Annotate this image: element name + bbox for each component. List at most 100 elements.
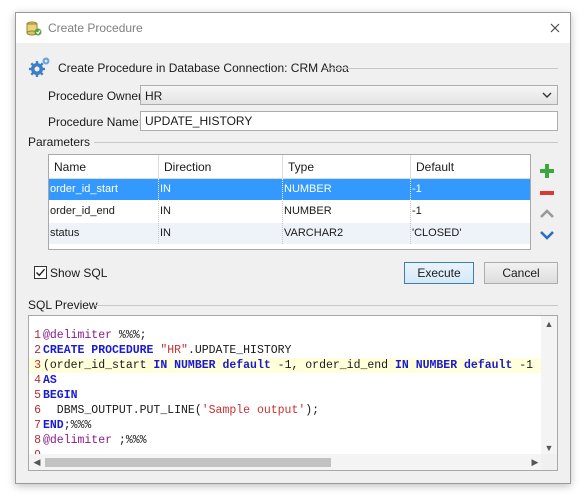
- code-token: default: [464, 359, 513, 372]
- code-text: BEGIN: [41, 389, 78, 402]
- code-token: AS: [43, 374, 57, 387]
- line-number: 6: [34, 404, 41, 417]
- code-token: IN NUMBER: [395, 359, 458, 372]
- code-text: AS: [41, 374, 57, 387]
- code-line[interactable]: 4 AS: [29, 373, 541, 388]
- code-line[interactable]: 1 @delimiter %%%;: [29, 328, 541, 343]
- procedure-name-field[interactable]: [140, 111, 558, 131]
- column-header-type[interactable]: Type: [283, 155, 411, 179]
- code-token: END: [43, 419, 64, 432]
- checkmark-icon: [36, 268, 46, 277]
- close-button[interactable]: [540, 13, 570, 43]
- owner-value: HR: [145, 89, 163, 103]
- execute-button[interactable]: Execute: [404, 262, 474, 284]
- code-text: @delimiter ;%%%: [41, 434, 147, 447]
- column-header-default[interactable]: Default: [411, 155, 530, 179]
- code-token: -1, order_id_end: [270, 359, 395, 372]
- code-line[interactable]: 7 END;%%%: [29, 418, 541, 433]
- title-bar: Create Procedure: [16, 13, 570, 43]
- code-token: %%%;: [112, 329, 147, 342]
- line-number: 1: [34, 329, 41, 342]
- param-direction-cell[interactable]: IN: [159, 223, 283, 244]
- chevron-down-icon: [542, 92, 552, 98]
- code-token: DBMS_OUTPUT.PUT_LINE(: [43, 404, 202, 417]
- code-token: "HR": [160, 344, 188, 357]
- code-token: );: [305, 404, 320, 417]
- param-direction-cell[interactable]: IN: [159, 179, 283, 200]
- code-token: (order_id_start: [43, 359, 154, 372]
- close-icon: [550, 23, 560, 33]
- param-default-cell[interactable]: -1: [411, 179, 530, 200]
- show-sql-label[interactable]: Show SQL: [50, 266, 107, 280]
- param-type-cell[interactable]: NUMBER: [283, 201, 411, 222]
- param-type-cell[interactable]: NUMBER: [283, 179, 411, 200]
- code-token: @delimiter: [43, 329, 113, 342]
- sql-preview-section-label: SQL Preview: [28, 298, 98, 312]
- code-token: BEGIN: [43, 389, 78, 402]
- code-token: ;%%%: [63, 419, 92, 432]
- code-line[interactable]: 3 (order_id_start IN NUMBER default -1, o…: [29, 358, 541, 373]
- move-up-icon[interactable]: [537, 204, 557, 224]
- move-down-icon[interactable]: [537, 225, 557, 245]
- create-procedure-dialog: Create Procedure Create Procedure in Dat…: [15, 12, 571, 484]
- gears-icon: [29, 57, 50, 77]
- sql-preview-divider: [96, 305, 558, 306]
- code-line[interactable]: 5 BEGIN: [29, 388, 541, 403]
- sql-preview-editor[interactable]: 1 @delimiter %%%; 2 CREATE PROCEDURE "HR".U…: [28, 315, 558, 471]
- procedure-icon: [26, 21, 42, 36]
- code-text: (order_id_start IN NUMBER default -1, or…: [41, 359, 533, 372]
- table-header: Name Direction Type Default: [49, 155, 530, 179]
- code-token: default: [222, 359, 271, 372]
- code-text: @delimiter %%%;: [41, 329, 147, 342]
- code-line[interactable]: 2 CREATE PROCEDURE "HR".UPDATE_HISTORY: [29, 343, 541, 358]
- code-token: ;%%%: [112, 434, 147, 447]
- procedure-name-input[interactable]: [141, 112, 557, 130]
- table-row[interactable]: status IN VARCHAR2 'CLOSED': [49, 223, 530, 244]
- column-header-direction[interactable]: Direction: [159, 155, 283, 179]
- param-default-cell[interactable]: -1: [411, 201, 530, 222]
- code-line[interactable]: 8 @delimiter ;%%%: [29, 433, 541, 448]
- param-name-cell[interactable]: order_id_start: [49, 179, 159, 200]
- code-token: .UPDATE_HISTORY: [187, 344, 292, 357]
- column-header-name[interactable]: Name: [49, 155, 159, 179]
- horizontal-scrollbar[interactable]: ◀ ▶: [29, 454, 543, 470]
- code-text: CREATE PROCEDURE "HR".UPDATE_HISTORY: [41, 344, 291, 357]
- owner-label: Procedure Owner:: [48, 89, 146, 103]
- scroll-left-icon[interactable]: ◀: [29, 454, 45, 470]
- remove-icon[interactable]: [537, 183, 557, 203]
- line-number: 4: [34, 374, 41, 387]
- vertical-scrollbar[interactable]: ▲ ▼: [541, 316, 557, 456]
- scroll-up-icon[interactable]: ▲: [541, 316, 557, 332]
- cancel-button[interactable]: Cancel: [484, 262, 558, 284]
- horizontal-scroll-thumb[interactable]: [45, 458, 331, 467]
- line-number: 7: [34, 419, 41, 432]
- line-number: 8: [34, 434, 41, 447]
- scroll-corner: [541, 454, 557, 470]
- line-number: 3: [34, 359, 41, 372]
- code-token: 'Sample output': [201, 404, 306, 417]
- owner-dropdown[interactable]: HR: [140, 85, 558, 105]
- param-direction-cell[interactable]: IN: [159, 201, 283, 222]
- param-default-cell[interactable]: 'CLOSED': [411, 223, 530, 244]
- param-type-cell[interactable]: VARCHAR2: [283, 223, 411, 244]
- code-text: DBMS_OUTPUT.PUT_LINE('Sample output');: [41, 404, 319, 417]
- code-line[interactable]: 6 DBMS_OUTPUT.PUT_LINE('Sample output');: [29, 403, 541, 418]
- header-divider: [326, 68, 558, 69]
- code-token: @delimiter: [43, 434, 113, 447]
- dialog-header: Create Procedure in Database Connection:…: [58, 61, 349, 75]
- show-sql-checkbox[interactable]: [34, 266, 47, 279]
- parameters-divider: [94, 142, 558, 143]
- window-title: Create Procedure: [48, 21, 143, 35]
- table-row[interactable]: order_id_end IN NUMBER -1: [49, 201, 530, 222]
- code-token: -1: [512, 359, 534, 372]
- param-name-cell[interactable]: order_id_end: [49, 201, 159, 222]
- line-number: 5: [34, 389, 41, 402]
- parameters-section-label: Parameters: [28, 135, 91, 149]
- code-token: CREATE PROCEDURE: [43, 344, 154, 357]
- code-text: END;%%%: [41, 419, 91, 432]
- line-number: 2: [34, 344, 41, 357]
- table-row[interactable]: order_id_start IN NUMBER -1: [49, 179, 530, 200]
- add-icon[interactable]: [537, 161, 557, 181]
- param-name-cell[interactable]: status: [49, 223, 159, 244]
